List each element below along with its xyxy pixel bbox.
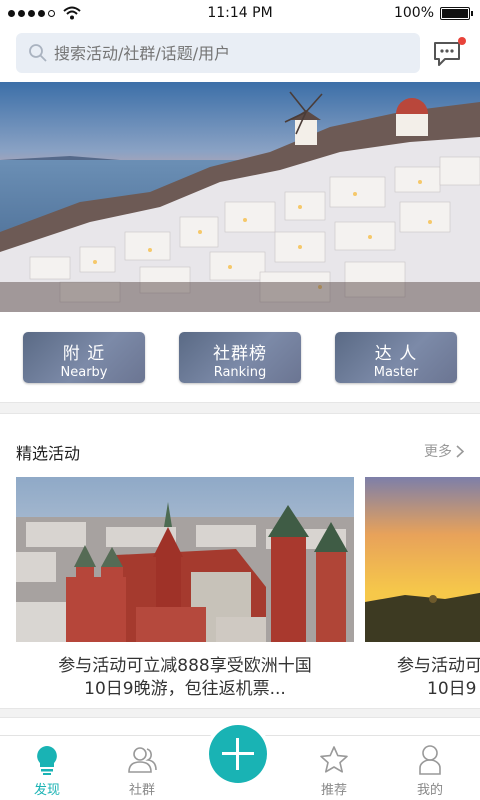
more-link[interactable]: 更多	[424, 441, 464, 461]
activity-card[interactable]: 参与活动可 10日9	[365, 477, 480, 701]
section-divider	[0, 402, 480, 414]
ranking-button[interactable]: 社群榜 Ranking	[179, 332, 301, 383]
featured-header: 精选活动 更多	[0, 438, 480, 464]
tab-profile[interactable]: 我的	[390, 744, 470, 798]
search-input[interactable]	[54, 43, 414, 63]
notification-badge	[458, 37, 466, 45]
activity-card[interactable]: 参与活动可立减888享受欧洲十国 10日9晚游，包往返机票...	[16, 477, 354, 701]
search-box[interactable]	[16, 33, 420, 73]
battery-icon	[440, 6, 473, 20]
tab-community-label: 社群	[128, 783, 155, 798]
nearby-label-cn: 附 近	[62, 344, 106, 364]
tab-discover[interactable]: 发现	[7, 744, 87, 798]
tab-community[interactable]: 社群	[102, 744, 182, 798]
ranking-label-en: Ranking	[213, 365, 267, 380]
section-divider	[0, 708, 480, 718]
nearby-label-en: Nearby	[60, 365, 108, 380]
lightbulb-icon	[37, 746, 57, 775]
activity-card-image	[16, 477, 354, 642]
activity-card-line2: 10日9晚游，包往返机票...	[84, 679, 286, 699]
tab-discover-label: 发现	[33, 783, 60, 798]
nearby-button[interactable]: 附 近 Nearby	[23, 332, 145, 383]
master-button[interactable]: 达 人 Master	[335, 332, 457, 383]
person-icon	[419, 745, 441, 775]
messages-button[interactable]	[432, 37, 466, 69]
activity-carousel[interactable]: 参与活动可立减888享受欧洲十国 10日9晚游，包往返机票... 参与活动可 1…	[0, 477, 480, 707]
status-bar: 11:14 PM 100%	[0, 0, 480, 26]
add-button[interactable]	[209, 725, 267, 783]
category-row: 附 近 Nearby 社群榜 Ranking 达 人 Master	[0, 332, 480, 384]
search-icon	[29, 44, 47, 62]
more-label: 更多	[424, 444, 452, 460]
master-label-en: Master	[373, 365, 419, 380]
activity-card-line1: 参与活动可立减888享受欧洲十国	[58, 656, 312, 676]
chevron-right-icon	[456, 444, 464, 458]
master-label-cn: 达 人	[374, 344, 418, 364]
activity-card-line1: 参与活动可	[397, 656, 480, 676]
star-icon	[320, 746, 348, 773]
tab-profile-label: 我的	[416, 783, 443, 798]
tab-recommend-label: 推荐	[320, 783, 347, 798]
section-title: 精选活动	[16, 444, 81, 463]
battery-percent: 100%	[393, 5, 434, 21]
activity-card-line2: 10日9	[427, 679, 477, 699]
ranking-label-cn: 社群榜	[213, 344, 267, 364]
group-icon	[128, 747, 157, 773]
tab-recommend[interactable]: 推荐	[294, 744, 374, 798]
search-row	[0, 33, 480, 75]
activity-card-image	[365, 477, 480, 642]
banner-image[interactable]	[0, 82, 480, 312]
